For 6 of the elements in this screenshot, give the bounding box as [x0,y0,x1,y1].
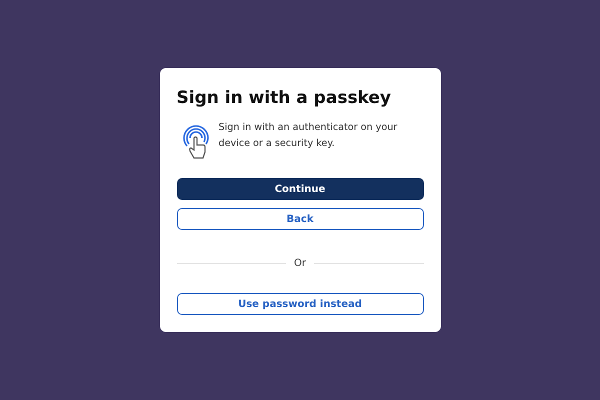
divider-label: Or [294,257,306,272]
description-text: Sign in with an authenticator on your device or a security key. [218,121,398,151]
back-button[interactable]: Back [176,208,424,230]
continue-button[interactable]: Continue [176,178,424,200]
use-password-button[interactable]: Use password instead [176,293,424,316]
dialog-title: Sign in with a passkey [176,88,392,108]
